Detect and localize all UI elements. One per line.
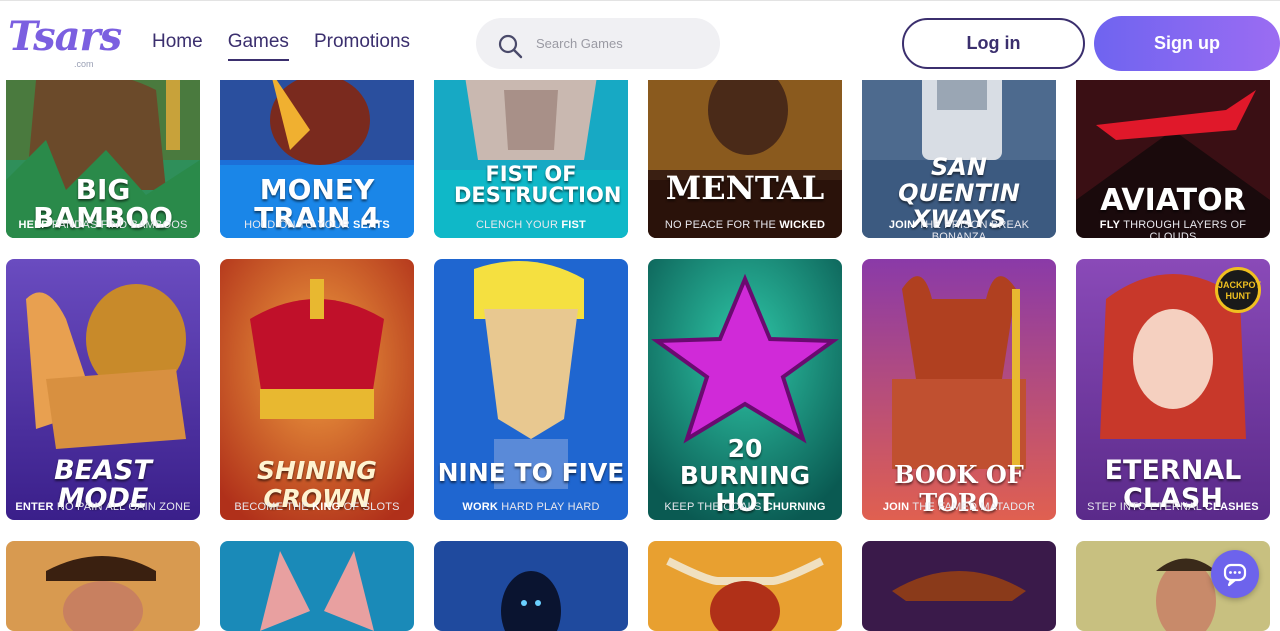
game-tagline: JOIN THE FAMED MATADOR: [882, 501, 1036, 513]
search-input[interactable]: [536, 18, 706, 69]
game-tagline: HELP PANDAS FIND BAMBOOS: [18, 219, 188, 231]
logo-domain: .com: [74, 59, 94, 69]
login-button[interactable]: Log in: [902, 18, 1085, 69]
game-tagline: HOLD ON TO YOUR SEATS: [244, 219, 390, 231]
chat-icon: [1223, 563, 1247, 587]
game-card-shining-crown[interactable]: SHINING CROWN BECOME THE KING OF SLOTS: [220, 259, 414, 520]
game-title: MENTAL: [665, 169, 825, 207]
game-tagline: KEEP THE COALS CHURNING: [664, 501, 826, 513]
mental-artwork: [648, 70, 842, 238]
jackpot-hunt-badge: JACKPOT HUNT: [1215, 267, 1261, 313]
game-tagline: NO PEACE FOR THE WICKED: [664, 219, 826, 231]
game-tagline: STEP INTO ETERNAL CLASHES: [1087, 501, 1259, 513]
site-header: Tsars .com Home Games Promotions Log in …: [0, 0, 1280, 80]
game-card-nine-to-five[interactable]: NINE TO FIVE WORK HARD PLAY HARD: [434, 259, 628, 520]
game-card-money-train-4[interactable]: MONEY TRAIN 4 HOLD ON TO YOUR SEATS: [220, 70, 414, 238]
game-tagline: FLY THROUGH LAYERS OF CLOUDS: [1099, 219, 1247, 238]
games-grid: BIG BAMBOO HELP PANDAS FIND BAMBOOS MONE…: [0, 0, 1280, 631]
search-icon[interactable]: [496, 32, 524, 60]
nav-item-home[interactable]: Home: [152, 31, 203, 61]
site-logo[interactable]: Tsars .com: [8, 13, 122, 73]
game-tagline: WORK HARD PLAY HARD: [462, 501, 600, 513]
game-card-aviator[interactable]: AVIATOR FLY THROUGH LAYERS OF CLOUDS: [1076, 70, 1270, 238]
game-tagline: ENTER NO PAIN ALL GAIN ZONE: [15, 501, 191, 513]
game-card-book-of-toro[interactable]: BOOK OF TORO JOIN THE FAMED MATADOR: [862, 259, 1056, 520]
game-card-beast-mode[interactable]: BEAST MODE ENTER NO PAIN ALL GAIN ZONE: [6, 259, 200, 520]
game-card-mental[interactable]: MENTAL NO PEACE FOR THE WICKED: [648, 70, 842, 238]
nav-item-games[interactable]: Games: [227, 31, 289, 61]
nav-item-promotions[interactable]: Promotions: [314, 31, 410, 61]
game-card-big-bamboo[interactable]: BIG BAMBOO HELP PANDAS FIND BAMBOOS: [6, 70, 200, 238]
game-card-fist-of-destruction[interactable]: FIST OF DESTRUCTION CLENCH YOUR FIST: [434, 70, 628, 238]
game-tagline: BECOME THE KING OF SLOTS: [234, 501, 400, 513]
main-nav: Home Games Promotions: [152, 31, 410, 61]
logo-wordmark: Tsars: [8, 13, 122, 60]
search-box: [476, 18, 720, 69]
game-title: NINE TO FIVE: [437, 458, 625, 487]
game-card-san-quentin-xways[interactable]: SAN QUENTIN XWAYS JOIN THE PRISON BREAK …: [862, 70, 1056, 238]
game-tagline: JOIN THE PRISON BREAK BONANZA: [888, 219, 1030, 238]
fist-of-destruction-artwork: [434, 70, 628, 238]
game-card-eternal-clash[interactable]: JACKPOT HUNT ETERNAL CLASH STEP INTO ETE…: [1076, 259, 1270, 520]
chat-button[interactable]: [1211, 550, 1259, 598]
game-tagline: CLENCH YOUR FIST: [476, 219, 586, 231]
signup-button[interactable]: Sign up: [1094, 16, 1280, 71]
game-title: AVIATOR: [1100, 183, 1246, 218]
game-card-20-burning-hot[interactable]: 20 BURNING HOT KEEP THE COALS CHURNING: [648, 259, 842, 520]
game-title: FIST OF DESTRUCTION: [454, 162, 622, 207]
